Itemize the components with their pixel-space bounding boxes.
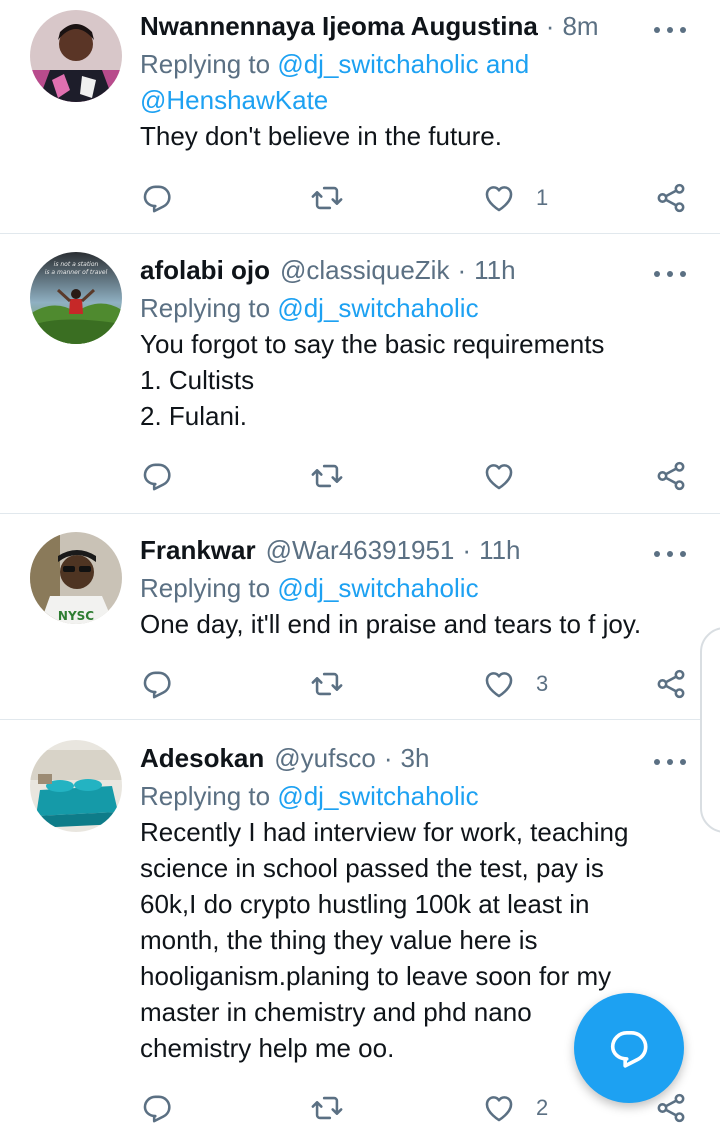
avatar[interactable]: [30, 740, 122, 832]
retweet-button[interactable]: [310, 178, 344, 218]
avatar[interactable]: is not a station is a manner of travel: [30, 252, 122, 344]
reply-button[interactable]: [140, 1088, 174, 1128]
reply-button[interactable]: [140, 456, 174, 496]
like-button[interactable]: [482, 456, 516, 496]
replying-to: Replying to @dj_switchaholic: [140, 290, 700, 326]
timestamp[interactable]: 8m: [562, 11, 598, 42]
mention-link[interactable]: @dj_switchaholic: [277, 781, 478, 811]
author-name[interactable]: Nwannennaya Ijeoma Augustina: [140, 11, 538, 42]
share-icon: [657, 1093, 685, 1123]
svg-text:NYSC: NYSC: [58, 609, 94, 623]
reply-icon: [143, 671, 171, 699]
compose-reply-icon: [610, 1031, 648, 1068]
author-handle[interactable]: @yufsco: [274, 743, 376, 774]
and-word: and: [485, 49, 530, 79]
like-icon: [485, 1096, 513, 1122]
like-button[interactable]: 2: [482, 1088, 548, 1128]
retweet-icon: [311, 186, 343, 210]
avatar[interactable]: [30, 10, 122, 102]
retweet-button[interactable]: [310, 664, 344, 704]
more-icon[interactable]: [654, 750, 686, 774]
share-icon: [657, 669, 685, 699]
share-button[interactable]: [654, 664, 688, 704]
author-handle[interactable]: @classiqueZik: [280, 255, 449, 286]
like-icon: [485, 464, 513, 490]
mention-link[interactable]: @dj_switchaholic: [277, 49, 478, 79]
more-icon[interactable]: [654, 542, 686, 566]
tweet[interactable]: is not a station is a manner of travel a…: [0, 234, 720, 514]
reply-button[interactable]: [140, 178, 174, 218]
like-count: 2: [536, 1095, 549, 1120]
tweet-text: You forgot to say the basic requirements…: [140, 329, 605, 431]
author-name[interactable]: Adesokan: [140, 743, 264, 774]
retweet-icon: [311, 1096, 343, 1120]
share-icon: [657, 183, 685, 213]
edge-scroll-handle[interactable]: [700, 627, 720, 833]
compose-reply-button[interactable]: [574, 993, 684, 1103]
more-icon[interactable]: [654, 18, 686, 42]
timestamp[interactable]: 11h: [479, 535, 520, 566]
tweet[interactable]: Nwannennaya Ijeoma Augustina · 8m Replyi…: [0, 0, 720, 234]
retweet-icon: [311, 464, 343, 488]
separator-dot: ·: [545, 10, 555, 41]
tweet-text: One day, it'll end in praise and tears t…: [140, 609, 642, 639]
retweet-button[interactable]: [310, 1088, 344, 1128]
reply-icon: [143, 185, 171, 213]
like-count: 1: [536, 185, 549, 210]
mention-link[interactable]: @dj_switchaholic: [277, 293, 478, 323]
replying-label: Replying to: [140, 781, 271, 811]
like-button[interactable]: 1: [482, 178, 548, 218]
like-icon: [485, 186, 513, 212]
reply-icon: [143, 1095, 171, 1123]
timestamp[interactable]: 11h: [474, 255, 515, 286]
svg-text:is a manner of travel: is a manner of travel: [45, 269, 108, 276]
share-button[interactable]: [654, 178, 688, 218]
share-icon: [657, 461, 685, 491]
author-name[interactable]: Frankwar: [140, 535, 256, 566]
separator-dot: ·: [383, 742, 393, 773]
separator-dot: ·: [457, 254, 467, 285]
share-button[interactable]: [654, 456, 688, 496]
replying-to: Replying to @dj_switchaholic: [140, 778, 700, 814]
tweet[interactable]: NYSC Frankwar @War46391951 · 11h Replyin…: [0, 514, 720, 720]
like-count: 3: [536, 671, 549, 696]
replying-label: Replying to: [140, 49, 271, 79]
reply-icon: [143, 463, 171, 491]
avatar[interactable]: NYSC: [30, 532, 122, 624]
separator-dot: ·: [462, 534, 472, 565]
reply-button[interactable]: [140, 664, 174, 704]
more-icon[interactable]: [654, 262, 686, 286]
mention-link[interactable]: @HenshawKate: [140, 85, 328, 115]
svg-text:is not a station: is not a station: [54, 261, 99, 268]
tweet-text: They don't believe in the future.: [140, 121, 502, 151]
like-button[interactable]: 3: [482, 664, 548, 704]
timestamp[interactable]: 3h: [400, 743, 429, 774]
like-icon: [485, 672, 513, 698]
replying-label: Replying to: [140, 573, 271, 603]
replying-label: Replying to: [140, 293, 271, 323]
retweet-icon: [311, 672, 343, 696]
replying-to: Replying to @dj_switchaholic and @Hensha…: [140, 46, 700, 118]
author-handle[interactable]: @War46391951: [266, 535, 455, 566]
replying-to: Replying to @dj_switchaholic: [140, 570, 700, 606]
mention-link[interactable]: @dj_switchaholic: [277, 573, 478, 603]
author-name[interactable]: afolabi ojo: [140, 255, 270, 286]
retweet-button[interactable]: [310, 456, 344, 496]
